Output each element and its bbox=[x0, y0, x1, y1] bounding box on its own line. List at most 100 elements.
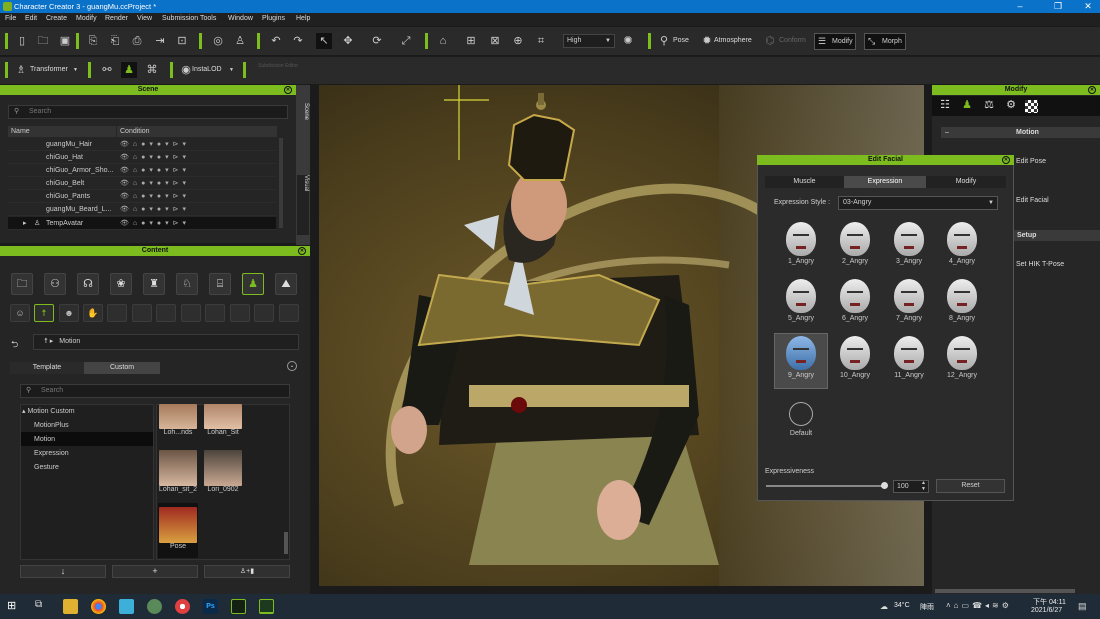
photoshop-icon[interactable]: Ps bbox=[203, 599, 218, 614]
clock-time[interactable]: 下午 04:11 bbox=[1033, 597, 1066, 607]
table-row[interactable]: chiGuo_Hat 👁⌂●▾●▾⊳▾ bbox=[8, 151, 276, 164]
headshot-icon[interactable]: ♙ bbox=[232, 33, 248, 49]
reset-button[interactable]: Reset bbox=[936, 479, 1005, 493]
scene-scrollbar[interactable] bbox=[279, 138, 283, 228]
menu-view[interactable]: View bbox=[137, 15, 152, 22]
zoom-icon[interactable]: ⊕ bbox=[510, 33, 526, 49]
expression-tile-selected[interactable]: 9_Angry bbox=[774, 333, 828, 389]
cloth-icon[interactable]: ♜ bbox=[143, 273, 165, 295]
menu-create[interactable]: Create bbox=[46, 15, 67, 22]
hand-icon[interactable]: ✋ bbox=[83, 304, 103, 322]
bone-icon[interactable]: ⚯ bbox=[99, 62, 115, 78]
expression-tile[interactable]: 12_Angry bbox=[938, 334, 986, 386]
accessory-icon[interactable]: ⌸ bbox=[209, 273, 231, 295]
app-icon[interactable] bbox=[147, 599, 162, 614]
menu-edit[interactable]: Edit bbox=[25, 15, 37, 22]
tab-template[interactable]: Template bbox=[10, 362, 84, 374]
expression-tile[interactable]: 10_Angry bbox=[831, 334, 879, 386]
table-row[interactable]: chiGuo_Pants 👁⌂●▾●▾⊳▾ bbox=[8, 190, 276, 203]
side-tab-visual[interactable]: Visual bbox=[297, 175, 309, 235]
task-view-icon[interactable]: ⧉ bbox=[35, 599, 50, 614]
menu-submission-tools[interactable]: Submission Tools bbox=[162, 15, 216, 22]
condition-icons[interactable]: 👁⌂●▾●▾⊳▾ bbox=[120, 217, 190, 230]
skeleton-icon[interactable]: ⌘ bbox=[144, 62, 160, 78]
back-icon[interactable]: ⮌ bbox=[11, 337, 18, 353]
hair-icon[interactable]: ♘ bbox=[176, 273, 198, 295]
transformer-button[interactable]: Transformer bbox=[30, 62, 68, 78]
column-name[interactable]: Name bbox=[8, 126, 116, 137]
close-icon[interactable]: ✕ bbox=[1002, 156, 1010, 164]
smart-gallery-icon[interactable]: ◎ bbox=[210, 33, 226, 49]
content-search-input[interactable]: ⚲ Search bbox=[20, 384, 290, 398]
column-condition[interactable]: Condition bbox=[117, 126, 277, 137]
thumbnail-item-selected[interactable]: Pose bbox=[158, 503, 198, 558]
open-icon[interactable]: 🗀 bbox=[35, 33, 51, 49]
motion-icon[interactable]: ♟ bbox=[242, 273, 264, 295]
tab-custom[interactable]: Custom bbox=[84, 362, 160, 374]
expressiveness-slider-handle[interactable] bbox=[881, 482, 888, 489]
apply-button[interactable]: ♙+▮ bbox=[204, 565, 290, 578]
windows-start-icon[interactable]: ⊞ bbox=[7, 599, 22, 614]
tree-item-motionplus[interactable]: MotionPlus bbox=[34, 419, 69, 432]
rotate-icon[interactable]: ⟳ bbox=[369, 33, 385, 49]
body-motion-icon[interactable]: ☨ bbox=[34, 304, 54, 322]
scale-icon[interactable]: ⤢ bbox=[398, 33, 414, 49]
table-row[interactable]: guangMu_Hair 👁⌂●▾●▾⊳▾ bbox=[8, 138, 276, 151]
close-icon[interactable]: ✕ bbox=[298, 247, 306, 255]
expand-icon[interactable]: ▸ bbox=[23, 217, 27, 230]
instalod-button[interactable]: InstaLOD bbox=[192, 62, 222, 78]
thumbnail-item[interactable]: Lohan_sit_2 bbox=[158, 450, 198, 504]
fit-icon[interactable]: ⊞ bbox=[463, 33, 479, 49]
frame-icon[interactable]: ⌗ bbox=[533, 33, 549, 49]
spinner-icon[interactable]: ▲ ▼ bbox=[921, 480, 926, 492]
collapse-icon[interactable]: ⌄ bbox=[287, 361, 297, 371]
tree-item-expression[interactable]: Expression bbox=[34, 447, 69, 460]
menu-plugins[interactable]: Plugins bbox=[262, 15, 285, 22]
condition-icons[interactable]: 👁⌂●▾●▾⊳▾ bbox=[120, 203, 190, 216]
select-icon[interactable]: ↖ bbox=[316, 33, 332, 49]
chevron-down-icon[interactable]: ▼ bbox=[229, 67, 234, 73]
sliders-icon[interactable]: ☷ bbox=[936, 98, 954, 114]
export-obj-icon[interactable]: ⎙ bbox=[129, 33, 145, 49]
chrome-icon[interactable] bbox=[91, 599, 106, 614]
texture-icon[interactable] bbox=[1025, 100, 1038, 113]
pose-icon[interactable]: ⚲ bbox=[656, 33, 672, 49]
light-icon[interactable]: ✺ bbox=[620, 33, 636, 49]
redo-icon[interactable]: ↷ bbox=[290, 33, 306, 49]
atmosphere-icon[interactable]: ✹ bbox=[699, 33, 715, 49]
expression-tile[interactable]: 8_Angry bbox=[938, 277, 986, 329]
expression-tile[interactable]: 2_Angry bbox=[831, 220, 879, 272]
chevron-down-icon[interactable]: ▼ bbox=[73, 67, 78, 73]
iclone-icon[interactable] bbox=[231, 599, 246, 614]
tray-icons[interactable]: ˄⌂▭☎◂≋⚙ bbox=[946, 601, 1012, 610]
expression-tile[interactable]: 4_Angry bbox=[938, 220, 986, 272]
tab-modify[interactable]: Modify bbox=[926, 176, 1006, 188]
app-icon[interactable] bbox=[119, 599, 134, 614]
import-icon[interactable]: ⎘ bbox=[85, 33, 101, 49]
physics-icon[interactable]: ⚖ bbox=[980, 98, 998, 114]
minimize-button[interactable]: – bbox=[1010, 1, 1030, 12]
tab-muscle[interactable]: Muscle bbox=[765, 176, 844, 188]
tree-item-motion[interactable]: Motion bbox=[34, 433, 55, 446]
maximize-button[interactable]: ❐ bbox=[1048, 1, 1068, 12]
condition-icons[interactable]: 👁⌂●▾●▾⊳▾ bbox=[120, 164, 190, 177]
scene-search-input[interactable]: ⚲ Search bbox=[8, 105, 288, 119]
table-row[interactable]: guangMu_Beard_L... 👁⌂●▾●▾⊳▾ bbox=[8, 203, 276, 216]
download-button[interactable]: ↓ bbox=[20, 565, 106, 578]
expression-tile[interactable]: 5_Angry bbox=[777, 277, 825, 329]
skin-icon[interactable]: ❀ bbox=[110, 273, 132, 295]
motion-tab-icon[interactable]: ♟ bbox=[958, 98, 976, 114]
menu-window[interactable]: Window bbox=[228, 15, 253, 22]
modify-button[interactable]: ☰ Modify bbox=[814, 33, 856, 50]
fit-all-icon[interactable]: ⊠ bbox=[487, 33, 503, 49]
edit-pose-button[interactable]: Edit Pose bbox=[1016, 158, 1046, 165]
menu-modify[interactable]: Modify bbox=[76, 15, 97, 22]
table-row[interactable]: chiGuo_Belt 👁⌂●▾●▾⊳▾ bbox=[8, 177, 276, 190]
thumbnail-scrollbar[interactable] bbox=[284, 532, 288, 554]
atmosphere-button[interactable]: Atmosphere bbox=[714, 33, 752, 49]
chrome-icon[interactable] bbox=[175, 599, 190, 614]
condition-icons[interactable]: 👁⌂●▾●▾⊳▾ bbox=[120, 138, 190, 151]
menu-file[interactable]: File bbox=[5, 15, 16, 22]
expressiveness-input[interactable]: 100 ▲ ▼ bbox=[893, 480, 929, 493]
table-row-selected[interactable]: ▸ ♙ TempAvatar 👁⌂●▾●▾⊳▾ bbox=[8, 217, 276, 230]
